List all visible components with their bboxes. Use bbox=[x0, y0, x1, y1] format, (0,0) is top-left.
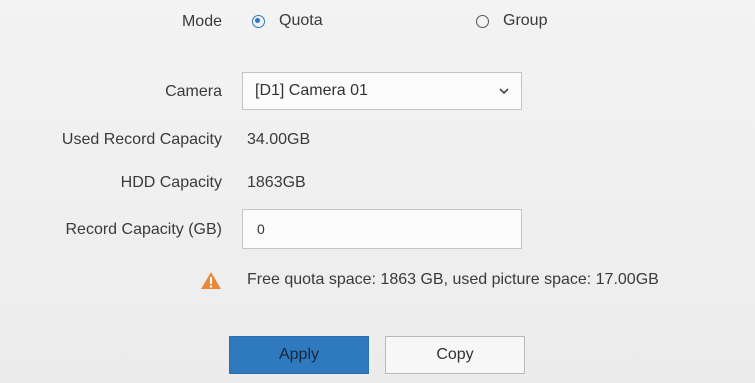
warning-triangle-icon bbox=[201, 272, 221, 289]
hdd-capacity-label: HDD Capacity bbox=[120, 174, 222, 191]
mode-label: Mode bbox=[181, 13, 222, 30]
camera-select[interactable]: [D1] Camera 01 bbox=[242, 72, 522, 110]
used-record-capacity-value: 34.00GB bbox=[247, 131, 311, 148]
group-radio-label: Group bbox=[503, 12, 548, 29]
chevron-down-icon bbox=[499, 88, 509, 95]
mode-group-radio[interactable]: Group bbox=[476, 12, 547, 30]
hdd-capacity-value: 1863GB bbox=[247, 174, 306, 191]
quota-radio-button[interactable] bbox=[252, 14, 265, 28]
camera-select-value: [D1] Camera 01 bbox=[255, 82, 368, 99]
record-capacity-input[interactable] bbox=[242, 209, 522, 249]
apply-button[interactable]: Apply bbox=[229, 336, 369, 374]
quota-radio-label: Quota bbox=[279, 12, 323, 29]
group-radio-button[interactable] bbox=[476, 14, 489, 28]
mode-quota-radio[interactable]: Quota bbox=[252, 12, 323, 30]
used-record-capacity-label: Used Record Capacity bbox=[61, 131, 222, 148]
record-capacity-label: Record Capacity (GB) bbox=[65, 221, 223, 238]
quota-warning-text: Free quota space: 1863 GB, used picture … bbox=[247, 271, 659, 288]
copy-button[interactable]: Copy bbox=[385, 336, 525, 374]
camera-label: Camera bbox=[165, 83, 222, 100]
quota-settings-panel: Mode Quota Group Camera [D1] Camera 01 U… bbox=[0, 0, 755, 383]
